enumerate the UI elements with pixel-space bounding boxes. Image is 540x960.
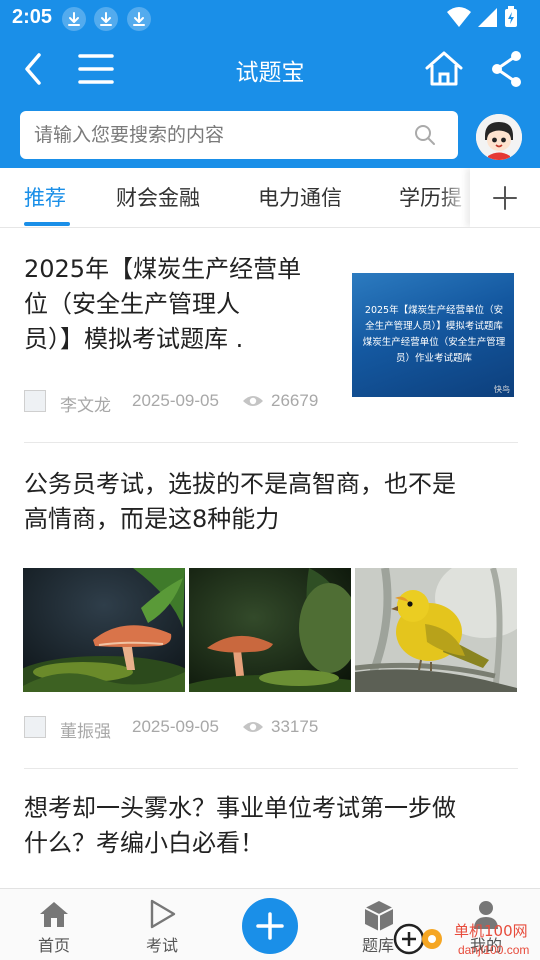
publish-date: 2025-09-05 [132,391,219,410]
divider [24,768,518,769]
search-input[interactable] [34,119,394,151]
view-count: 26679 [271,391,319,410]
svg-text:单机100网: 单机100网 [454,922,528,940]
article-title[interactable]: 想考却一头雾水？事业单位考试第一步做 什么？考编小白必看！ [24,791,524,861]
category-tabs: 推荐 财会金融 电力通信 学历提 [0,168,540,228]
mushroom-photo[interactable] [23,568,185,692]
mushroom-photo[interactable] [189,568,351,692]
divider [24,442,518,443]
thumbnail-mark: 快鸟 [494,385,510,394]
article-meta: 李文龙 2025-09-05 26679 [24,390,344,415]
nav-exam[interactable]: 考试 [117,889,207,960]
svg-text:danji100.com: danji100.com [458,943,529,957]
author-avatar [24,390,46,412]
status-time: 2:05 [12,6,53,28]
article-thumbnail[interactable]: 2025年【煤炭生产经营单位（安 全生产管理人员）】模拟考试题库 煤炭生产经营单… [352,273,514,397]
home-button[interactable] [422,47,466,91]
article-title[interactable]: 2025年【煤炭生产经营单 位（安全生产管理人 员）】模拟考试题库 . [24,252,342,357]
share-icon [492,51,521,87]
eye-icon [243,722,263,732]
download-icon [127,7,151,31]
wifi-icon [447,7,471,27]
article-title[interactable]: 公务员考试，选拔的不是高智商，也不是 高情商，而是这8种能力 [24,467,524,537]
nav-label: 考试 [145,936,178,955]
download-icon [94,7,118,31]
cube-icon [364,901,394,931]
author-name: 李文龙 [60,396,111,415]
plus-icon [256,912,284,940]
status-bar: 2:05 [0,0,540,36]
tab-power-telecom[interactable]: 电力通信 [258,182,342,212]
app-header: 试题宝 [0,36,540,102]
add-button[interactable] [242,898,298,954]
tab-recommend[interactable]: 推荐 [24,182,66,212]
nav-home[interactable]: 首页 [9,889,99,960]
article-meta: 董振强 2025-09-05 33175 [24,716,344,741]
tab-finance[interactable]: 财会金融 [116,182,200,212]
search-icon[interactable] [414,124,436,146]
eye-icon [243,396,263,406]
share-button[interactable] [486,47,530,91]
signal-icon [478,8,497,27]
yellow-bird-photo[interactable] [355,568,517,692]
system-icons [446,6,526,30]
active-tab-indicator [24,222,70,226]
publish-date: 2025-09-05 [132,717,219,736]
play-icon [150,899,176,929]
battery-charging-icon [505,6,517,27]
search-bar [0,102,540,168]
watermark-logo: 单机100网 danji100.com [392,914,540,960]
author-avatar [24,716,46,738]
home-icon [425,51,463,86]
cartoon-avatar-icon [476,114,522,160]
search-box[interactable] [20,111,458,159]
home-icon [40,902,68,927]
add-tab-button[interactable] [470,168,540,227]
author-name: 董振强 [60,722,111,741]
view-count: 33175 [271,717,319,736]
download-icon [62,7,86,31]
plus-icon [493,186,517,210]
avatar[interactable] [476,114,522,160]
nav-label: 首页 [37,936,70,955]
